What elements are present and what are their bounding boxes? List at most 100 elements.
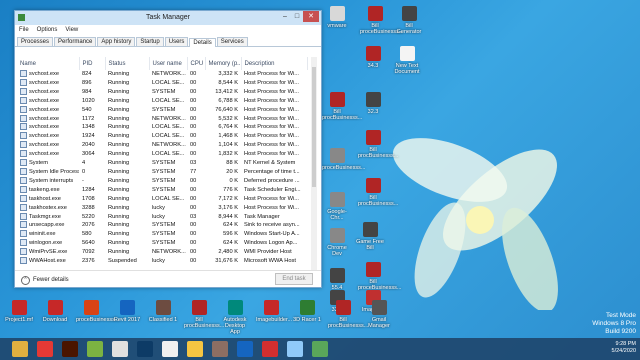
cell-cpu: 00: [190, 142, 197, 149]
desktop-icon[interactable]: 32.3: [358, 92, 388, 115]
desktop-icon[interactable]: Imagebuilder...: [256, 300, 292, 323]
desktop-icon[interactable]: proceBusinesss...: [76, 300, 119, 323]
illustrator-icon[interactable]: [62, 341, 78, 357]
menu-view[interactable]: View: [65, 27, 78, 33]
table-row[interactable]: taskeng.exe 1284 Running SYSTEM 00 776 K Task …: [17, 185, 307, 195]
process-name: svchost.exe: [29, 88, 60, 95]
table-row[interactable]: svchost.exe 2040 Running NETWORK... 00 1,104 …: [17, 141, 307, 150]
menu-file[interactable]: File: [19, 27, 29, 33]
tab-app-history[interactable]: App history: [97, 37, 136, 46]
system-clock[interactable]: 9:28 PM 5/24/2020: [612, 341, 636, 355]
menu-options[interactable]: Options: [37, 27, 58, 33]
desktop-icon[interactable]: Bill procBusinesss...: [358, 178, 398, 207]
photos-icon[interactable]: [212, 341, 228, 357]
revit-icon[interactable]: [237, 341, 253, 357]
desktop-icon[interactable]: Chrome Dev: [322, 228, 352, 257]
table-row[interactable]: svchost.exe 1020 Running LOCAL SE... 00 6,788…: [17, 96, 307, 106]
app-icon[interactable]: [287, 341, 303, 357]
file-explorer-icon[interactable]: [12, 341, 28, 357]
tab-startup[interactable]: Startup: [136, 37, 164, 46]
cell-status: Running: [108, 142, 130, 149]
desktop-icon-label: Game Free Bill: [356, 239, 384, 251]
desktop-icon[interactable]: Download: [40, 300, 70, 323]
table-row[interactable]: WWAHost.exe 2376 Suspended lucky 00 31,676 K M…: [17, 257, 307, 266]
desktop-icon[interactable]: Bill Generator: [394, 6, 424, 35]
table-row[interactable]: svchost.exe 1172 Running NETWORK... 00 5,532 …: [17, 114, 307, 124]
cell-pid: 2376: [82, 258, 95, 265]
close-button[interactable]: ✕: [303, 11, 319, 22]
desktop-icon[interactable]: proceBusinesss...: [322, 148, 366, 171]
tab-details[interactable]: Details: [189, 38, 216, 47]
sketchup-icon[interactable]: [87, 341, 103, 357]
desktop-icon[interactable]: Gmail Manager: [364, 300, 394, 329]
table-row[interactable]: svchost.exe 824 Running NETWORK... 00 3,332 K…: [17, 70, 307, 79]
chrome-icon[interactable]: [37, 341, 53, 357]
table-row[interactable]: System Idle Process 0 Running SYSTEM 77 20 K P…: [17, 167, 307, 177]
desktop-icon-label: proceBusinesss...: [322, 165, 366, 171]
process-name-cell: taskhost.exe: [17, 194, 79, 204]
notes-icon[interactable]: [162, 341, 178, 357]
title-bar[interactable]: Task Manager – □ ✕: [15, 11, 321, 25]
cell-user: LOCAL SE...: [152, 133, 185, 140]
photoshop-icon[interactable]: [137, 341, 153, 357]
table-row[interactable]: svchost.exe 540 Running SYSTEM 00 76,640 K Hos…: [17, 105, 307, 115]
process-name-cell: wininit.exe: [17, 230, 79, 239]
desktop-icon[interactable]: 55.4: [322, 268, 352, 291]
table-row[interactable]: svchost.exe 1348 Running LOCAL SE... 00 6,764…: [17, 123, 307, 132]
app-icon: [365, 92, 381, 107]
desktop-icon[interactable]: 34.3: [358, 46, 388, 69]
column-header-cpu[interactable]: CPU: [187, 57, 206, 70]
desktop-icon[interactable]: Bill procBusinesss...: [184, 300, 224, 329]
column-header-memory[interactable]: Memory (p...: [205, 57, 242, 70]
task-manager-icon[interactable]: [312, 341, 328, 357]
scrollbar-thumb[interactable]: [312, 67, 316, 187]
process-name: WWAHost.exe: [29, 258, 66, 265]
maximize-button[interactable]: □: [291, 11, 303, 22]
desktop-icon[interactable]: Google-Chr...: [322, 192, 352, 221]
tab-performance[interactable]: Performance: [54, 37, 97, 46]
tab-users[interactable]: Users: [164, 37, 189, 46]
table-row[interactable]: wininit.exe 580 Running SYSTEM 00 596 K Window…: [17, 230, 307, 239]
table-row[interactable]: svchost.exe 3064 Running LOCAL SE... 00 1,832…: [17, 150, 307, 159]
table-row[interactable]: Taskmgr.exe 5220 Running lucky 03 8,944 K Task…: [17, 212, 307, 222]
desktop-icon[interactable]: 3D Racer 1: [292, 300, 322, 323]
table-row[interactable]: svchost.exe 896 Running LOCAL SE... 00 8,544 …: [17, 78, 307, 88]
table-row[interactable]: winlogon.exe 5640 Running SYSTEM 00 624 K Wind…: [17, 239, 307, 248]
desktop-icon[interactable]: Project1.mf: [4, 300, 34, 323]
column-header-name[interactable]: Name: [17, 57, 80, 70]
table-row[interactable]: WmiPrvSE.exe 7092 Running NETWORK... 00 2,480…: [17, 248, 307, 257]
desktop-icon[interactable]: Bill proceBusinesss...: [358, 262, 401, 291]
cell-status: Running: [108, 249, 130, 256]
desktop-icon[interactable]: Classified 1: [148, 300, 178, 323]
desktop-icon[interactable]: Bill procBusinesss...: [328, 300, 368, 329]
vertical-scrollbar[interactable]: [311, 57, 317, 271]
table-row[interactable]: unsecapp.exe 2076 Running SYSTEM 00 624 K Sink…: [17, 221, 307, 230]
acrobat-icon[interactable]: [262, 341, 278, 357]
desktop-icon[interactable]: Bill proceBusinesss...: [360, 6, 403, 35]
table-row[interactable]: taskhost.exe 1708 Running LOCAL SE... 00 7,17…: [17, 194, 307, 204]
paint-icon[interactable]: [112, 341, 128, 357]
column-header-user[interactable]: User name: [149, 57, 188, 70]
folder-icon[interactable]: [187, 341, 203, 357]
end-task-button[interactable]: End task: [275, 273, 313, 285]
table-row[interactable]: svchost.exe 1924 Running LOCAL SE... 00 1,468…: [17, 132, 307, 141]
column-header-pid[interactable]: PID: [79, 57, 106, 70]
tab-services[interactable]: Services: [216, 37, 248, 46]
table-row[interactable]: taskhostex.exe 3288 Running lucky 00 3,176 K H…: [17, 203, 307, 213]
desktop-icon[interactable]: Revit 2017: [112, 300, 142, 323]
minimize-button[interactable]: –: [279, 11, 291, 22]
table-row[interactable]: System interrupts - Running SYSTEM 00 0 K Defe…: [17, 176, 307, 186]
desktop-icon[interactable]: vmware: [322, 6, 352, 29]
column-header-status[interactable]: Status: [105, 57, 150, 70]
desktop-icon[interactable]: Bill procBusinesss...: [322, 92, 363, 121]
column-header-description[interactable]: Description: [241, 57, 308, 70]
desktop-icon[interactable]: Bill procBusinesss...: [358, 130, 398, 159]
desktop-icon[interactable]: Autodesk Desktop App: [220, 300, 250, 335]
table-row[interactable]: System 4 Running SYSTEM 03 88 K NT Kernel & Sy…: [17, 159, 307, 168]
table-row[interactable]: svchost.exe 984 Running SYSTEM 00 13,412 K Hos…: [17, 87, 307, 97]
desktop-icon[interactable]: Game Free Bill: [355, 222, 385, 251]
fewer-details-link[interactable]: ⌃ Fewer details: [21, 276, 69, 285]
desktop-icon[interactable]: New Text Document: [392, 46, 422, 75]
desktop-icon-label: Bill procBusinesss...: [322, 109, 363, 121]
tab-processes[interactable]: Processes: [17, 37, 54, 46]
